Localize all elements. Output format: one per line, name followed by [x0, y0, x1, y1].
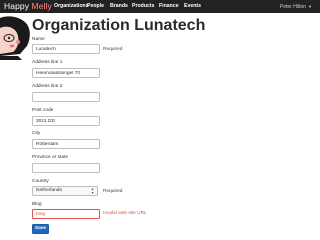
name-label: Name: [32, 37, 45, 42]
province-field[interactable]: [32, 163, 100, 173]
woman-illustration-icon: [0, 16, 30, 60]
postcode-field[interactable]: [32, 116, 100, 126]
caret-down-icon: ▼: [308, 4, 312, 9]
nav-item-products[interactable]: Products: [132, 3, 154, 10]
blog-label: Blog: [32, 202, 42, 207]
province-label: Province or state: [32, 155, 68, 160]
page-title: Organization Lunatech: [32, 17, 206, 34]
user-menu[interactable]: Peter Hilton ▼: [280, 3, 312, 11]
brand-happy: Happy: [4, 1, 30, 11]
postcode-label: Post code: [32, 108, 54, 113]
top-navbar: Happy Melly Organizations People Brands …: [0, 0, 320, 13]
city-field[interactable]: [32, 139, 100, 149]
country-help: Required: [103, 189, 123, 194]
nav-item-brands[interactable]: Brands: [110, 3, 128, 10]
user-name: Peter Hilton: [279, 4, 307, 10]
country-select[interactable]: Netherlands ▴ ▾: [32, 186, 98, 196]
nav-item-people[interactable]: People: [87, 3, 104, 10]
country-selected: Netherlands: [36, 188, 62, 193]
brand-melly: Melly: [31, 1, 52, 11]
save-button[interactable]: Save: [32, 224, 49, 234]
blog-field[interactable]: [32, 209, 100, 219]
brand-logo[interactable]: Happy Melly: [4, 1, 52, 12]
city-label: City: [32, 131, 41, 136]
nav-item-organizations[interactable]: Organizations: [54, 3, 89, 10]
name-help: Required: [103, 47, 123, 52]
nav-item-events[interactable]: Events: [184, 3, 201, 10]
country-label: Country: [32, 179, 49, 184]
name-field[interactable]: [32, 44, 100, 54]
up-down-arrows-icon: ▴ ▾: [91, 186, 94, 195]
address1-field[interactable]: [32, 68, 100, 78]
address1-label: Address line 1: [32, 60, 63, 65]
nav-item-finance[interactable]: Finance: [159, 3, 179, 10]
address2-field[interactable]: [32, 92, 100, 102]
blog-error: Invalid web site URL: [103, 211, 147, 216]
address2-label: Address line 2: [32, 84, 63, 89]
